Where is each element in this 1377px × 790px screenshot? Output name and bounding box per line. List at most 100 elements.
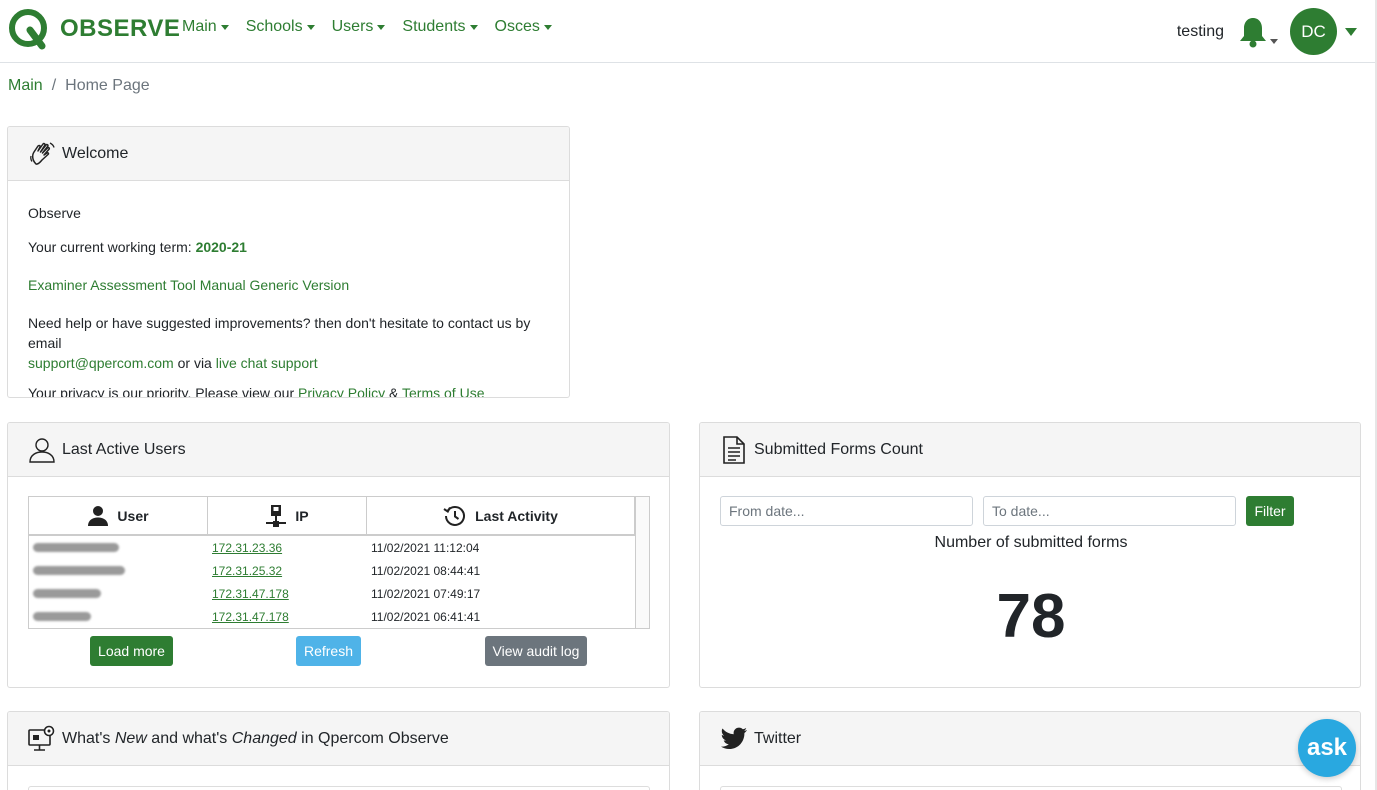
last-activity-cell: 11/02/2021 11:12:04: [371, 540, 480, 555]
table-row: 172.31.47.178 11/02/2021 06:41:41: [29, 605, 649, 628]
twitter-header: Twitter: [700, 712, 1360, 766]
nav-item-osces[interactable]: Osces: [495, 18, 552, 36]
privacy-line: Your privacy is our priority. Please vie…: [28, 383, 549, 398]
ip-cell: 172.31.47.178: [208, 610, 367, 624]
last-active-users-table: User IP Last Activity 172.31.23.36 11/02…: [28, 496, 650, 629]
manual-link[interactable]: Examiner Assessment Tool Manual Generic …: [28, 277, 349, 293]
twitter-bird-icon: [720, 725, 748, 753]
whats-new-title: What's New and what's Changed in Qpercom…: [62, 730, 449, 748]
submitted-forms-card: Submitted Forms Count Filter Number of s…: [699, 422, 1361, 688]
redacted-text: [33, 565, 125, 575]
notifications-button[interactable]: [1238, 16, 1278, 48]
ask-chat-button[interactable]: ask: [1298, 719, 1356, 777]
title-part: and what's: [146, 729, 232, 747]
nav-item-students[interactable]: Students: [402, 18, 478, 36]
whats-new-content: [28, 786, 650, 790]
ip-link[interactable]: 172.31.47.178: [212, 610, 289, 624]
brand[interactable]: OBSERVE: [8, 8, 180, 50]
nav-item-schools[interactable]: Schools: [246, 18, 315, 36]
nav-item-label: Osces: [494, 18, 540, 35]
column-header-label: User: [117, 507, 149, 524]
twitter-title: Twitter: [754, 729, 802, 747]
user-icon: [87, 505, 109, 527]
help-text: Need help or have suggested improvements…: [28, 315, 531, 351]
filter-button[interactable]: Filter: [1246, 496, 1294, 526]
submitted-forms-header: Submitted Forms Count: [700, 423, 1360, 477]
working-term-line: Your current working term: 2020-21: [28, 237, 549, 257]
twitter-card: Twitter: [699, 711, 1361, 790]
column-header-last-activity[interactable]: Last Activity: [367, 497, 635, 534]
app-name-text: Observe: [28, 205, 81, 221]
manual-line: Examiner Assessment Tool Manual Generic …: [28, 275, 549, 295]
table-row: 172.31.25.32 11/02/2021 08:44:41: [29, 559, 649, 582]
or-via-text: or via: [173, 355, 216, 371]
user-outline-icon: [28, 436, 56, 464]
redacted-text: [33, 588, 101, 598]
nav-item-main[interactable]: Main: [182, 18, 229, 36]
user-avatar[interactable]: DC: [1290, 8, 1337, 55]
title-part: in Qpercom Observe: [296, 729, 449, 747]
ip-link[interactable]: 172.31.47.178: [212, 587, 289, 601]
working-term-prefix: Your current working term:: [28, 239, 196, 255]
from-date-input[interactable]: [720, 496, 973, 526]
table-header: User IP Last Activity: [29, 497, 649, 536]
waving-hand-icon: [28, 140, 56, 168]
ampersand-text: &: [385, 385, 403, 398]
load-more-button[interactable]: Load more: [90, 636, 173, 666]
view-audit-log-button[interactable]: View audit log: [485, 636, 587, 666]
column-header-label: Last Activity: [475, 507, 558, 524]
caret-down-icon: [469, 24, 478, 30]
submitted-forms-title: Submitted Forms Count: [754, 440, 923, 458]
breadcrumb: Main / Home Page: [8, 77, 150, 95]
current-term-label: testing: [1176, 22, 1224, 40]
breadcrumb-main-link[interactable]: Main: [8, 77, 43, 95]
privacy-prefix: Your privacy is our priority. Please vie…: [28, 385, 298, 398]
help-paragraph: Need help or have suggested improvements…: [28, 313, 549, 373]
working-term-value: 2020-21: [195, 239, 247, 255]
breadcrumb-separator: /: [51, 77, 57, 94]
caret-down-icon: [306, 24, 315, 30]
nav-item-users[interactable]: Users: [332, 18, 386, 36]
submitted-forms-count: 78: [996, 582, 1066, 651]
user-menu-caret-icon[interactable]: [1345, 27, 1357, 36]
title-part-changed: Changed: [231, 729, 297, 747]
document-icon: [720, 435, 748, 464]
bell-icon: [1240, 17, 1266, 47]
live-chat-link[interactable]: live chat support: [216, 355, 318, 371]
ip-link[interactable]: 172.31.23.36: [212, 541, 282, 555]
monitor-settings-icon: [28, 725, 56, 753]
breadcrumb-current: Home Page: [65, 77, 150, 94]
ip-cell: 172.31.25.32: [208, 564, 367, 578]
table-row: 172.31.23.36 11/02/2021 11:12:04: [29, 536, 649, 559]
main-nav: Main Schools Users Students Osces: [182, 18, 569, 36]
user-cell-redacted: [29, 610, 208, 624]
nav-item-label: Students: [402, 18, 466, 35]
nav-item-label: Schools: [245, 18, 303, 35]
column-header-user[interactable]: User: [29, 497, 208, 534]
terms-of-use-link[interactable]: Terms of Use: [402, 385, 484, 397]
user-cell-redacted: [29, 564, 208, 578]
to-date-input[interactable]: [983, 496, 1236, 526]
user-cell-redacted: [29, 587, 208, 601]
last-active-users-title: Last Active Users: [62, 440, 186, 458]
history-icon: [443, 504, 467, 528]
refresh-button[interactable]: Refresh: [296, 636, 361, 666]
column-header-ip[interactable]: IP: [208, 497, 367, 534]
table-row: 172.31.47.178 11/02/2021 07:49:17: [29, 582, 649, 605]
column-header-label: IP: [295, 507, 309, 524]
caret-down-icon: [377, 24, 386, 30]
redacted-text: [33, 611, 91, 621]
welcome-card-header: Welcome: [8, 127, 569, 181]
last-activity-cell: 11/02/2021 07:49:17: [371, 586, 481, 601]
welcome-card: Welcome Observe Your current working ter…: [7, 126, 570, 398]
brand-name: OBSERVE: [60, 15, 181, 42]
privacy-policy-link[interactable]: Privacy Policy: [298, 385, 385, 397]
ip-link[interactable]: 172.31.25.32: [212, 564, 282, 578]
redacted-text: [33, 542, 119, 552]
support-email-link[interactable]: support@qpercom.com: [28, 355, 174, 371]
caret-down-icon: [220, 24, 229, 30]
nav-right: testing DC: [1177, 0, 1377, 63]
caret-down-icon: [543, 24, 552, 30]
user-cell-redacted: [29, 541, 208, 555]
table-scrollbar[interactable]: [635, 497, 649, 628]
